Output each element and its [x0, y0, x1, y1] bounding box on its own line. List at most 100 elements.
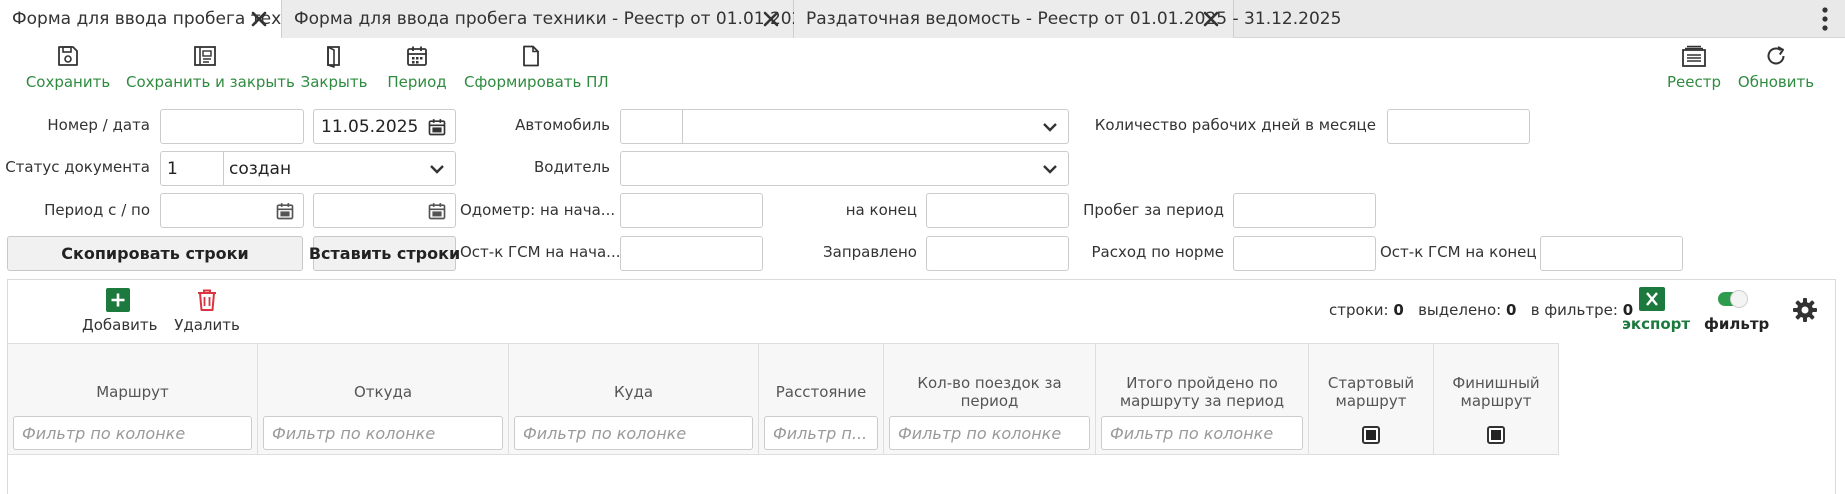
delete-row-button[interactable]: Удалить — [174, 288, 240, 334]
odometer-end-field[interactable] — [926, 193, 1069, 228]
refresh-label: Обновить — [1737, 73, 1815, 91]
trash-icon — [198, 289, 216, 311]
selected-value: 0 — [1506, 301, 1517, 319]
app-window: Форма для ввода пробега техники Форма дл… — [0, 0, 1845, 494]
close-icon[interactable] — [761, 9, 781, 29]
refresh-button[interactable]: Обновить — [1736, 44, 1816, 98]
column-from: Откуда Фильтр по колонке — [258, 344, 509, 454]
finish-route-filter-checkbox[interactable] — [1487, 426, 1505, 444]
save-icon — [58, 46, 78, 66]
save-close-icon — [194, 46, 216, 66]
column-title[interactable]: Куда — [513, 370, 754, 414]
driver-select[interactable] — [620, 151, 1069, 186]
period-label: Период — [387, 73, 447, 91]
more-vertical-icon[interactable] — [1815, 4, 1835, 34]
fuel-end-field[interactable] — [1540, 236, 1683, 271]
fuel-start-label: Ост-к ГСМ на нача... — [460, 243, 621, 261]
close-button[interactable]: Закрыть — [298, 44, 370, 98]
export-button[interactable]: экспорт — [1622, 287, 1691, 333]
tab-label: Форма для ввода пробега техники — [12, 9, 325, 29]
status-label: Статус документа — [5, 158, 150, 176]
number-field[interactable] — [160, 109, 304, 144]
column-title[interactable]: Итого пройдено по маршруту за период — [1100, 370, 1304, 414]
excel-icon — [1639, 287, 1665, 311]
mileage-field[interactable] — [1233, 193, 1376, 228]
period-button[interactable]: Период — [382, 44, 452, 98]
column-to: Куда Фильтр по колонке — [509, 344, 759, 454]
tab-label: Раздаточная ведомость - Реестр от 01.01.… — [806, 9, 1342, 29]
filter-label: фильтр — [1704, 315, 1770, 333]
period-from-field[interactable] — [160, 193, 304, 228]
column-title[interactable]: Маршрут — [12, 370, 253, 414]
save-close-button[interactable]: Сохранить и закрыть — [126, 44, 295, 98]
infilter-label: в фильтре: — [1530, 301, 1618, 319]
refresh-icon — [1767, 46, 1785, 65]
tab-bar: Форма для ввода пробега техники Форма дл… — [0, 0, 1845, 38]
calendar-icon — [407, 46, 427, 66]
car-select[interactable] — [620, 109, 1069, 144]
gear-icon[interactable] — [1792, 297, 1818, 323]
column-filter-input[interactable]: Фильтр по колонке — [514, 416, 753, 450]
calendar-icon[interactable] — [427, 117, 447, 137]
add-row-button[interactable]: Добавить — [82, 288, 158, 334]
column-filter-input[interactable]: Фильтр по колонке — [889, 416, 1090, 450]
add-row-label: Добавить — [82, 316, 158, 334]
filter-toggle[interactable]: фильтр — [1704, 287, 1770, 333]
toggle-icon — [1718, 290, 1748, 308]
registry-label: Реестр — [1666, 73, 1721, 91]
refueled-label: Заправлено — [823, 243, 917, 261]
close-doc-icon — [327, 46, 340, 68]
date-field[interactable]: 11.05.2025 — [313, 109, 456, 144]
column-title[interactable]: Расстояние — [763, 370, 879, 414]
save-button[interactable]: Сохранить — [22, 44, 114, 98]
rows-label: строки: — [1329, 301, 1389, 319]
driver-label: Водитель — [534, 158, 610, 176]
date-value: 11.05.2025 — [321, 117, 419, 137]
column-filter-input[interactable]: Фильтр п... — [764, 416, 878, 450]
registry-button[interactable]: Реестр — [1664, 44, 1724, 98]
refueled-field[interactable] — [926, 236, 1069, 271]
work-days-field[interactable] — [1387, 109, 1530, 144]
column-distance: Расстояние Фильтр п... — [759, 344, 884, 454]
field-divider — [223, 152, 224, 185]
save-close-label: Сохранить и закрыть — [126, 73, 295, 91]
calendar-icon[interactable] — [427, 201, 447, 221]
column-trips-count: Кол-во поездок за период Фильтр по колон… — [884, 344, 1096, 454]
status-code: 1 — [167, 159, 178, 179]
column-title[interactable]: Кол-во поездок за период — [888, 370, 1091, 414]
norm-field[interactable] — [1233, 236, 1376, 271]
column-filter-input[interactable]: Фильтр по колонке — [263, 416, 503, 450]
delete-row-label: Удалить — [174, 316, 240, 334]
period-to-field[interactable] — [313, 193, 456, 228]
column-title[interactable]: Финишный маршрут — [1438, 370, 1554, 414]
start-route-filter-checkbox[interactable] — [1362, 426, 1380, 444]
paste-rows-button[interactable]: Вставить строки — [309, 236, 460, 271]
export-label: экспорт — [1622, 315, 1691, 333]
column-title[interactable]: Стартовый маршрут — [1313, 370, 1429, 414]
chevron-down-icon — [1043, 123, 1057, 132]
rows-value: 0 — [1393, 301, 1404, 319]
period-from-to-label: Период с / по — [44, 201, 150, 219]
column-total-distance: Итого пройдено по маршруту за период Фил… — [1096, 344, 1309, 454]
column-filter-input[interactable]: Фильтр по колонке — [1101, 416, 1303, 450]
selected-label: выделено: — [1418, 301, 1502, 319]
close-icon[interactable] — [249, 9, 269, 29]
copy-rows-button[interactable]: Скопировать строки — [7, 236, 303, 271]
calendar-icon[interactable] — [275, 201, 295, 221]
column-title[interactable]: Откуда — [262, 370, 504, 414]
odometer-start-field[interactable] — [620, 193, 763, 228]
odometer-start-label: Одометр: на нача... — [460, 201, 616, 219]
column-finish-route: Финишный маршрут — [1434, 344, 1559, 454]
tab-mileage-form[interactable]: Форма для ввода пробега техники — [0, 0, 325, 38]
grid-row-counters: строки: 0 выделено: 0 в фильтре: 0 — [1329, 301, 1633, 319]
tab-distribution-registry[interactable]: Раздаточная ведомость - Реестр от 01.01.… — [794, 0, 1341, 38]
form-pl-button[interactable]: Сформировать ПЛ — [464, 44, 609, 98]
column-filter-input[interactable]: Фильтр по колонке — [13, 416, 252, 450]
status-select[interactable]: 1 создан — [160, 151, 456, 186]
tab-mileage-registry[interactable]: Форма для ввода пробега техники - Реестр… — [282, 0, 928, 38]
car-label: Автомобиль — [515, 116, 610, 134]
fuel-start-field[interactable] — [620, 236, 763, 271]
close-icon[interactable] — [1201, 9, 1221, 29]
routes-grid-panel: Добавить Удалить строки: 0 выделено: 0 в… — [7, 279, 1836, 494]
plus-icon — [106, 288, 130, 312]
